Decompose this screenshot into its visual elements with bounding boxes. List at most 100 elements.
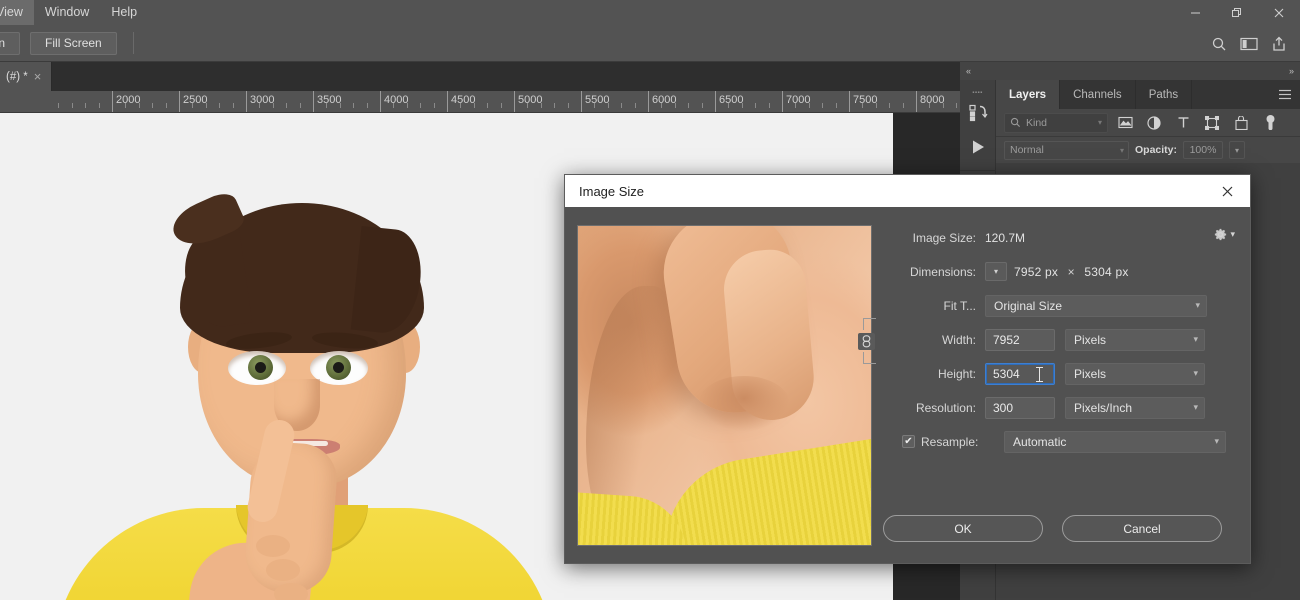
dialog-close-icon[interactable] [1214, 178, 1240, 204]
restore-icon[interactable] [1216, 0, 1258, 25]
resolution-input[interactable]: 300 [985, 397, 1055, 419]
dialog-title-bar[interactable]: Image Size [565, 175, 1250, 207]
cancel-button[interactable]: Cancel [1062, 515, 1222, 542]
ruler-label: 3000 [250, 94, 274, 106]
image-preview[interactable] [577, 225, 872, 546]
ruler-label: 6000 [652, 94, 676, 106]
tab-layers[interactable]: Layers [996, 80, 1060, 109]
ruler-tick-minor [755, 103, 756, 108]
window-controls [1174, 0, 1300, 25]
width-unit-select[interactable]: Pixels ▾ [1065, 329, 1205, 351]
ruler-tick-minor [286, 103, 287, 108]
ruler-tick-minor [353, 103, 354, 108]
layer-kind-select[interactable]: Kind ▾ [1004, 113, 1108, 133]
ruler-tick-minor [862, 103, 863, 108]
dock-group-history: ▪▪▪▪ [960, 84, 996, 171]
toggle-filter-icon[interactable] [1258, 112, 1282, 134]
ruler-tick-minor [58, 103, 59, 108]
ruler-tick-major [916, 91, 917, 113]
chain-link-toggle[interactable] [858, 333, 875, 350]
tab-channels[interactable]: Channels [1060, 80, 1136, 109]
ruler-label: 2500 [183, 94, 207, 106]
collapse-right-icon[interactable]: » [1289, 66, 1294, 76]
ruler-tick-major [849, 91, 850, 113]
document-tab[interactable]: (#) * × [0, 62, 52, 91]
chevron-down-icon: ▾ [1098, 118, 1102, 127]
blend-mode-select[interactable]: Normal ▾ [1004, 141, 1129, 160]
ok-button[interactable]: OK [883, 515, 1043, 542]
row-image-size: Image Size: 120.7M ▾ [883, 225, 1239, 250]
ruler-tick-minor [206, 103, 207, 108]
fit-to-value: Original Size [994, 299, 1062, 313]
share-icon[interactable] [1264, 29, 1294, 59]
menu-item-window[interactable]: Window [34, 0, 100, 25]
fit-screen-button[interactable]: reen [0, 32, 20, 55]
ruler-tick-minor [903, 103, 904, 108]
resample-value: Automatic [1013, 435, 1066, 449]
ruler-tick-major [782, 91, 783, 113]
width-label: Width: [883, 333, 985, 347]
height-unit-select[interactable]: Pixels ▾ [1065, 363, 1205, 385]
ruler-tick-minor [487, 103, 488, 108]
opacity-value-field[interactable]: 100% [1183, 141, 1223, 159]
minimize-icon[interactable] [1174, 0, 1216, 25]
chevron-down-icon: ▾ [1193, 334, 1198, 345]
width-input[interactable]: 7952 [985, 329, 1055, 351]
play-icon[interactable] [964, 132, 992, 162]
height-input[interactable]: 5304 [985, 363, 1055, 385]
subject-knuckle-3 [274, 583, 308, 600]
link-chain-icon[interactable] [853, 313, 879, 369]
menu-bar: View Window Help [0, 0, 1300, 25]
ruler-tick-minor [233, 103, 234, 108]
ruler-tick-minor [273, 103, 274, 108]
ruler-tick-minor [474, 103, 475, 108]
subject-iris-right [326, 355, 351, 380]
resample-checkbox[interactable]: ✔ [902, 435, 915, 448]
fill-screen-button[interactable]: Fill Screen [30, 32, 117, 55]
tab-paths[interactable]: Paths [1136, 80, 1192, 109]
pixel-layer-icon[interactable] [1113, 112, 1137, 134]
ruler-tick-minor [434, 103, 435, 108]
panel-collapse-bar[interactable]: « » [960, 62, 1300, 80]
menu-item-view[interactable]: View [0, 0, 34, 25]
resolution-unit-select[interactable]: Pixels/Inch ▾ [1065, 397, 1205, 419]
ruler-tick-minor [460, 103, 461, 108]
shape-layer-icon[interactable] [1200, 112, 1224, 134]
dimensions-value: 7952 px × 5304 px [1014, 265, 1129, 279]
horizontal-ruler[interactable]: 2000250030003500400045005000550060006500… [0, 91, 960, 113]
workspace-icon[interactable] [1234, 29, 1264, 59]
image-size-dialog: Image Size Image Size: 120.7M [564, 174, 1251, 564]
dimensions-dropdown-icon[interactable]: ▾ [985, 262, 1007, 281]
history-icon[interactable] [964, 98, 992, 128]
subject-pupil-left [255, 362, 266, 373]
resolution-unit-value: Pixels/Inch [1074, 401, 1132, 415]
ruler-tick-minor [420, 103, 421, 108]
ruler-tick-minor [501, 103, 502, 108]
ruler-tick-minor [594, 103, 595, 108]
photo-subject [60, 143, 530, 600]
gear-icon[interactable]: ▾ [1213, 227, 1235, 242]
type-layer-icon[interactable] [1171, 112, 1195, 134]
dialog-body: Image Size: 120.7M ▾ Dimensions: ▾ 7952 … [565, 207, 1250, 564]
smart-object-icon[interactable] [1229, 112, 1253, 134]
menu-item-help[interactable]: Help [100, 0, 148, 25]
ruler-tick-minor [99, 103, 100, 108]
search-icon[interactable] [1204, 29, 1234, 59]
document-tab-close-icon[interactable]: × [34, 70, 42, 83]
resample-select[interactable]: Automatic ▾ [1004, 431, 1226, 453]
collapse-left-icon[interactable]: « [966, 66, 971, 76]
image-size-value: 120.7M [985, 231, 1025, 245]
ruler-label: 4500 [451, 94, 475, 106]
close-icon[interactable] [1258, 0, 1300, 25]
fit-to-select[interactable]: Original Size ▾ [985, 295, 1207, 317]
row-width: Width: 7952 Pixels ▾ [883, 327, 1239, 352]
chevron-down-icon: ▾ [1214, 436, 1219, 447]
ruler-tick-minor [661, 103, 662, 108]
preview-fingertip-shadow [698, 376, 790, 432]
row-resample: ✔ Resample: Automatic ▾ [883, 429, 1239, 454]
adjustment-layer-icon[interactable] [1142, 112, 1166, 134]
height-label: Height: [883, 367, 985, 381]
panel-menu-icon[interactable] [1278, 80, 1292, 109]
opacity-chevron-down-icon[interactable]: ▾ [1229, 141, 1245, 159]
ruler-tick-minor [219, 103, 220, 108]
